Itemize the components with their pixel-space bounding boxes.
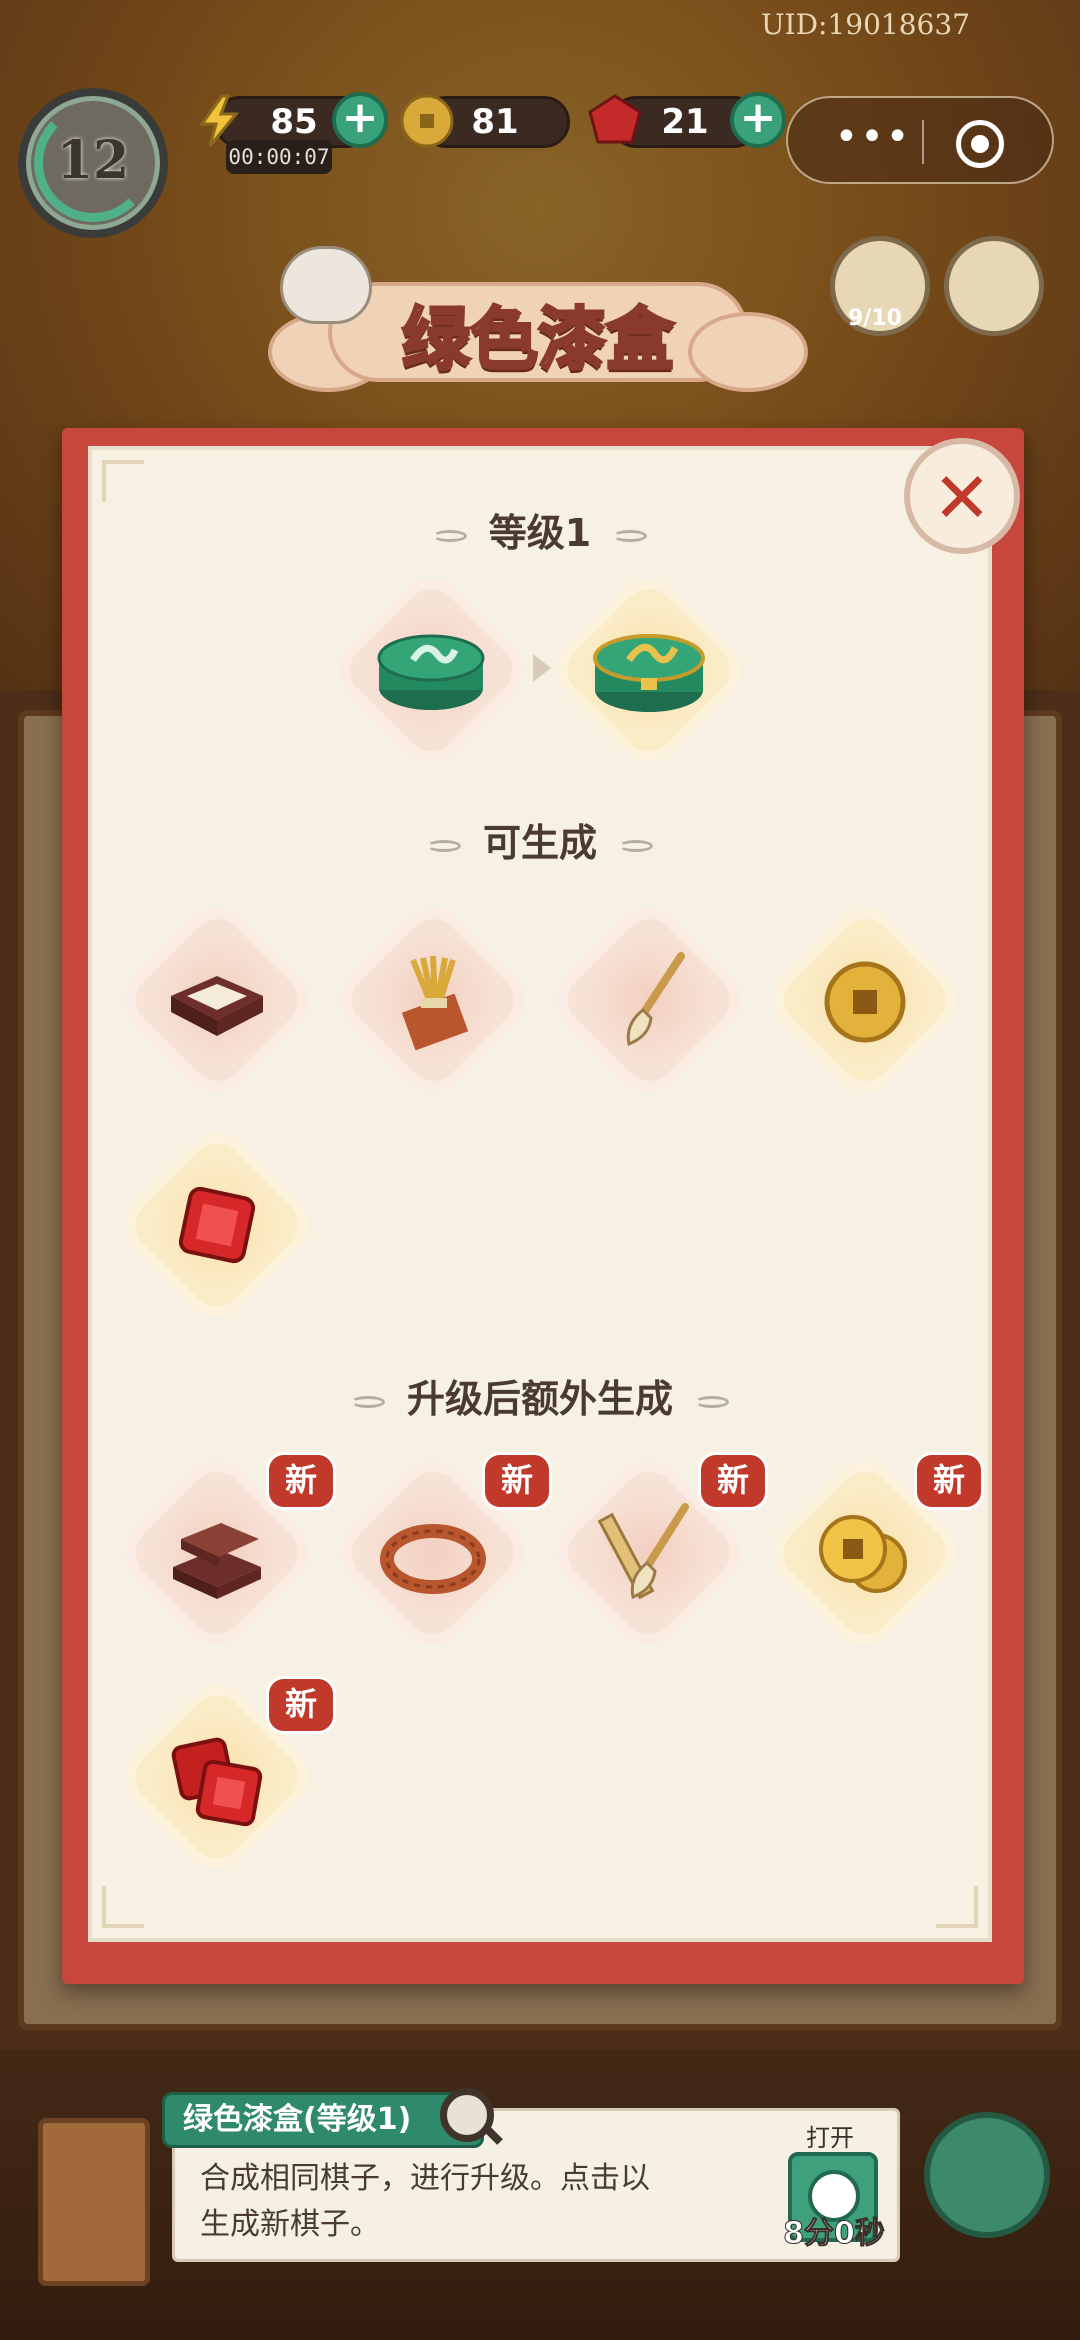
copper-coin-icon <box>400 94 454 148</box>
item-name-tab: 绿色漆盒(等级1) <box>162 2092 484 2148</box>
close-miniprogram-icon[interactable] <box>956 120 1004 168</box>
green-lacquer-box-level-2-icon <box>593 634 705 712</box>
brown-box-icon <box>173 1523 261 1599</box>
level-title-text: 等级1 <box>488 511 592 555</box>
upgrade-title-text: 升级后额外生成 <box>406 1377 673 1421</box>
brush-icon <box>626 952 685 1047</box>
copper-coin-icon <box>824 961 906 1043</box>
magnifier-icon[interactable] <box>440 2088 494 2142</box>
add-energy-button[interactable]: + <box>332 92 388 148</box>
corner-ornament-bottom-right <box>936 1886 978 1928</box>
uid-label: UID:19018637 <box>760 8 970 41</box>
green-lacquer-box-level-1-icon <box>377 634 485 710</box>
description-line-2: 生成新棋子。 <box>200 2207 380 2242</box>
coins-pair-icon <box>819 1515 907 1593</box>
item-description: 合成相同棋子，进行升级。点击以 生成新棋子。 <box>200 2156 700 2248</box>
upgrade-arrow-icon <box>533 654 551 682</box>
selected-piece-cabinet-icon[interactable] <box>38 2118 150 2286</box>
corner-ornament-top-left <box>102 460 144 502</box>
pagoda-icon[interactable] <box>924 2112 1050 2238</box>
new-badge: 新 <box>266 1676 336 1734</box>
generate-title-text: 可生成 <box>482 821 597 865</box>
add-gem-button[interactable]: + <box>730 92 786 148</box>
ruler-and-brush-icon <box>597 1503 689 1600</box>
generate-section-title: 可生成 <box>88 812 992 867</box>
cat-mascot-icon <box>280 246 372 324</box>
open-label: 打开 <box>806 2124 854 2152</box>
rope-coil-icon <box>380 1524 486 1594</box>
swirl-ornament-right <box>613 529 648 542</box>
new-badge: 新 <box>698 1452 768 1510</box>
shop-avatar[interactable] <box>944 236 1044 336</box>
open-timer: 8分0秒 <box>783 2216 886 2252</box>
generate-item-tile[interactable] <box>338 905 528 1095</box>
corner-ornament-bottom-left <box>102 1886 144 1928</box>
gem-value: 21 <box>661 102 709 142</box>
gems-pair-icon <box>171 1737 263 1827</box>
swirl-ornament-right <box>695 1395 729 1408</box>
swirl-ornament-left <box>350 1395 385 1408</box>
energy-timer: 00:00:07 <box>226 140 332 174</box>
capsule-divider <box>922 120 924 164</box>
upgrade-section-title: 升级后额外生成 <box>88 1368 992 1423</box>
generate-item-tile[interactable] <box>770 905 960 1095</box>
miniprogram-capsule: ••• <box>786 96 1054 184</box>
player-level-number: 12 <box>56 130 130 191</box>
new-badge: 新 <box>482 1452 552 1510</box>
description-line-1: 合成相同棋子，进行升级。点击以 <box>200 2161 650 2196</box>
swirl-ornament-left <box>426 839 461 852</box>
swirl-ornament-right <box>619 839 653 852</box>
generate-item-tile[interactable] <box>554 905 744 1095</box>
level-section-title: 等级1 <box>88 502 992 557</box>
generate-item-tile[interactable] <box>122 1130 312 1320</box>
red-gem-icon <box>588 94 642 144</box>
more-options-icon[interactable]: ••• <box>828 117 918 162</box>
cat-collection-progress: 9/10 <box>848 306 902 331</box>
red-gem-icon <box>178 1186 256 1264</box>
generate-item-tile[interactable] <box>122 905 312 1095</box>
current-item-tile[interactable] <box>336 575 526 765</box>
energy-value: 85 <box>270 102 318 142</box>
player-level-badge[interactable]: 12 <box>18 88 168 238</box>
ink-box-icon <box>171 976 263 1036</box>
next-level-item-tile[interactable] <box>554 575 744 765</box>
new-badge: 新 <box>266 1452 336 1510</box>
coin-value: 81 <box>471 102 519 142</box>
swirl-ornament-left <box>432 529 467 542</box>
straw-bundle-icon <box>401 955 469 1051</box>
new-badge: 新 <box>914 1452 984 1510</box>
